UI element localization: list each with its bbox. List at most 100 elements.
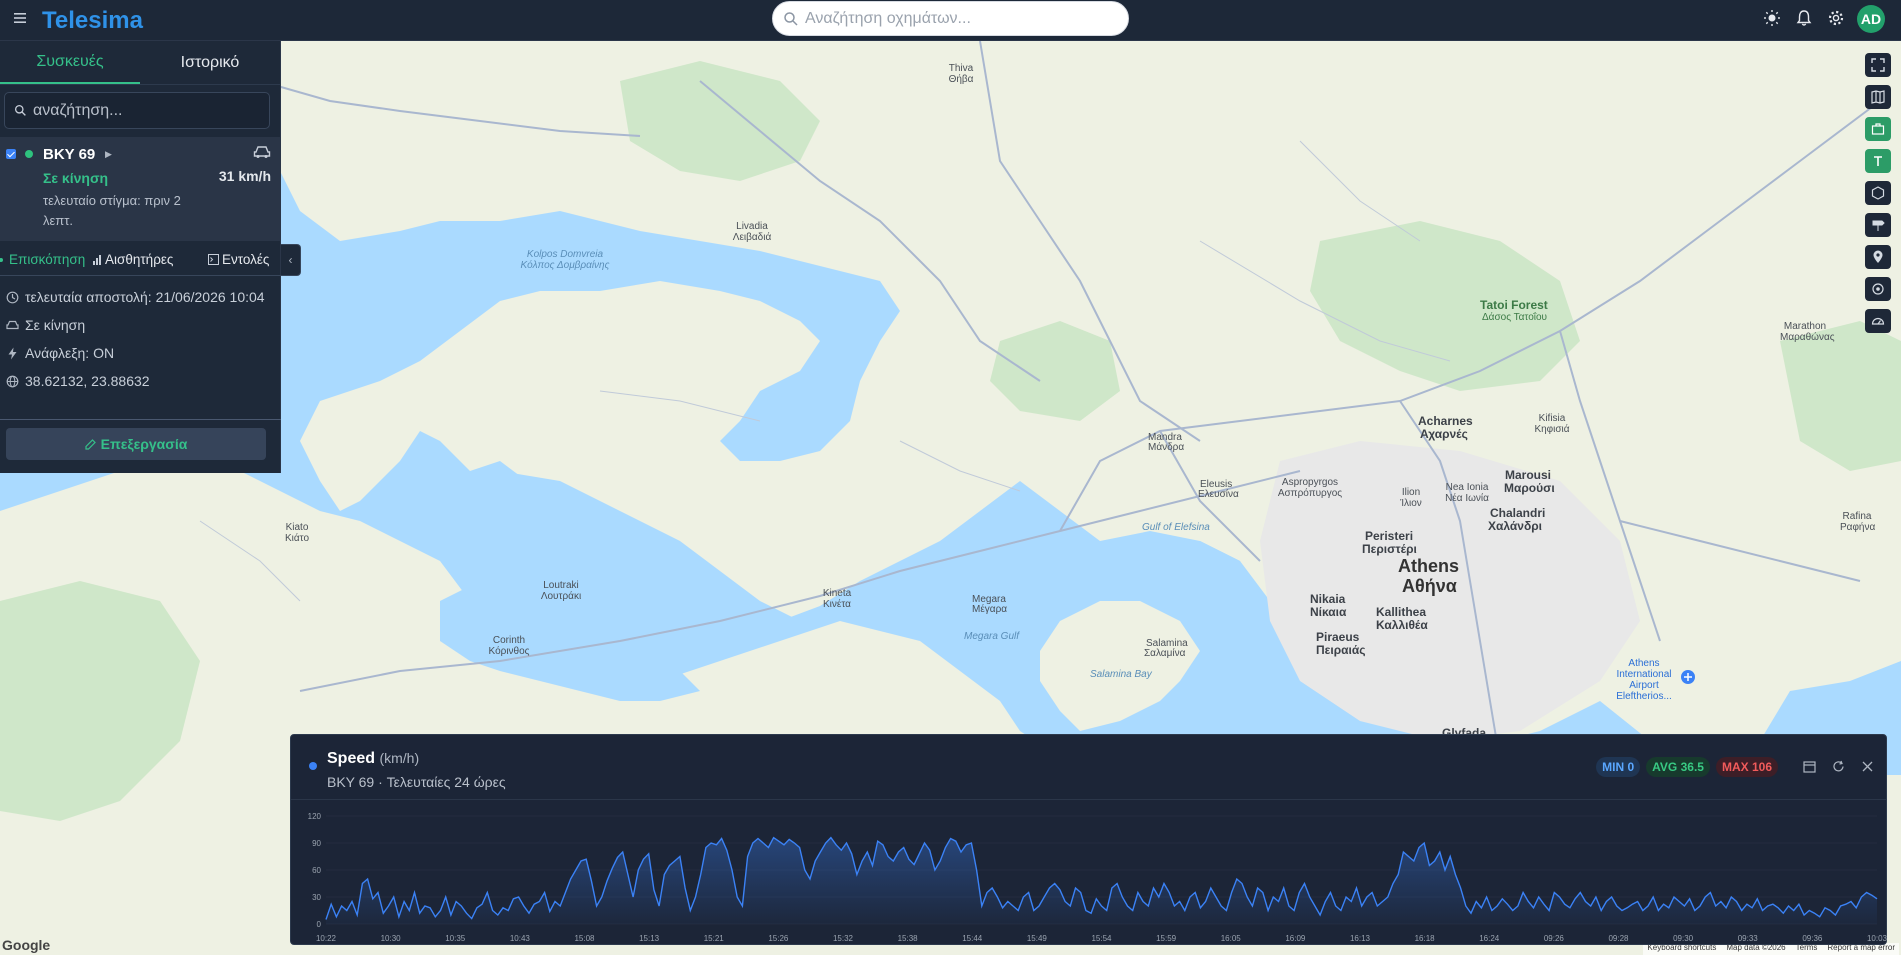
tab-devices[interactable]: Συσκευές (0, 41, 140, 84)
map-label: Περιστέρι (1362, 542, 1417, 556)
device-speed: 31 km/h (218, 168, 271, 184)
map-label: Ilion Ίλιον (1400, 487, 1422, 509)
play-icon[interactable]: ▶ (105, 149, 112, 160)
y-tick-label: 120 (308, 812, 322, 821)
eye-icon (0, 257, 3, 262)
globe-icon (6, 375, 19, 388)
info-motion-text: Σε κίνηση (25, 317, 86, 333)
x-tick-label: 10:35 (445, 934, 466, 943)
collapse-sidebar-button[interactable]: ‹ (281, 244, 301, 276)
map-label: Livadia Λειβαδιά (732, 221, 772, 243)
map-label: Athens International Airport Eleftherios… (1616, 658, 1672, 702)
speedometer-button[interactable] (1865, 309, 1891, 333)
speed-area (326, 837, 1877, 924)
map-icon (1871, 90, 1885, 104)
x-tick-label: 10:43 (510, 934, 531, 943)
x-tick-label: 15:08 (574, 934, 595, 943)
x-tick-label: 15:21 (704, 934, 725, 943)
tab-history[interactable]: Ιστορικό (140, 41, 280, 84)
vehicle-search-input[interactable] (805, 8, 1115, 30)
calendar-icon[interactable] (1803, 760, 1816, 773)
car-icon (6, 320, 19, 330)
labels-button[interactable] (1865, 149, 1891, 173)
geofence-button[interactable] (1865, 181, 1891, 205)
refresh-icon[interactable] (1832, 760, 1845, 773)
map-label: Καλλιθέα (1376, 618, 1428, 632)
device-checkbox[interactable] (6, 149, 16, 159)
x-tick-label: 15:13 (639, 934, 660, 943)
layers-button[interactable] (1865, 117, 1891, 141)
bolt-icon (8, 347, 17, 360)
edit-button-label: Επεξεργασία (100, 436, 188, 452)
map-type-button[interactable] (1865, 85, 1891, 109)
x-tick-label: 16:05 (1221, 934, 1242, 943)
device-item[interactable]: BKY 69 ▶ Σε κίνηση τελευταίο στίγμα: πρι… (0, 137, 281, 241)
tab-sensors[interactable]: Αισθητήρες (92, 252, 196, 267)
bar-chart-icon (93, 254, 101, 265)
sidebar: Συσκευές Ιστορικό BKY 69 ▶ Σε κίνηση τελ… (0, 41, 281, 473)
avg-badge: AVG 36.5 (1646, 757, 1710, 777)
traffic-button[interactable] (1865, 213, 1891, 237)
map-label: Χαλάνδρι (1488, 519, 1542, 533)
map-label: Πειραιάς (1316, 643, 1366, 657)
map-label: Aspropyrgos Ασπρόπυργος (1277, 477, 1343, 499)
map-label: Μέγαρα (972, 604, 1008, 615)
fullscreen-icon (1871, 58, 1885, 72)
speedometer-icon (1871, 317, 1885, 325)
tab-commands[interactable]: Εντολές (208, 252, 269, 267)
terminal-icon (208, 254, 219, 265)
menu-icon[interactable] (12, 10, 28, 26)
x-tick-label: 10:30 (381, 934, 402, 943)
x-tick-label: 16:09 (1285, 934, 1306, 943)
bell-icon[interactable] (1795, 9, 1813, 27)
x-tick-label: 09:36 (1802, 934, 1823, 943)
locate-button[interactable] (1865, 277, 1891, 301)
map-label: Ελευσίνα (1198, 489, 1239, 500)
chart-unit: (km/h) (379, 750, 420, 766)
x-tick-label: 09:26 (1544, 934, 1565, 943)
x-tick-label: 09:28 (1608, 934, 1629, 943)
text-icon (1874, 156, 1882, 166)
y-tick-label: 0 (317, 920, 322, 929)
app-logo[interactable]: Telesima (42, 7, 143, 35)
info-last-sent: τελευταία αποστολή: 21/06/2026 10:04 (6, 287, 276, 308)
map-label: Kiato Κιάτο (284, 522, 310, 544)
divider (0, 419, 281, 420)
x-tick-label: 16:18 (1415, 934, 1436, 943)
info-motion: Σε κίνηση (6, 315, 276, 336)
poi-button[interactable] (1865, 245, 1891, 269)
x-tick-label: 16:13 (1350, 934, 1371, 943)
briefcase-icon (1871, 123, 1885, 135)
map-label: Αχαρνές (1420, 427, 1468, 441)
x-tick-label: 09:30 (1673, 934, 1694, 943)
device-search-input[interactable] (33, 101, 263, 121)
avatar[interactable]: AD (1857, 5, 1885, 33)
info-last-sent-text: τελευταία αποστολή: 21/06/2026 10:04 (25, 289, 265, 305)
map-controls (1865, 53, 1891, 333)
search-icon (14, 104, 26, 116)
info-coords-text: 38.62132, 23.88632 (25, 373, 150, 389)
gear-icon[interactable] (1827, 9, 1845, 27)
x-tick-label: 15:44 (962, 934, 983, 943)
edit-button[interactable]: Επεξεργασία (6, 428, 266, 460)
sun-icon[interactable] (1763, 9, 1781, 27)
fullscreen-button[interactable] (1865, 53, 1891, 77)
x-tick-label: 16:24 (1479, 934, 1500, 943)
device-search[interactable] (4, 92, 270, 129)
map-label: Athens (1398, 556, 1460, 576)
chart-title: Speed (km/h) (327, 750, 419, 768)
map-label: Tatoi Forest (1480, 298, 1548, 312)
map-pin-icon (1873, 250, 1883, 263)
map-label: Marathon Μαραθώνας (1780, 321, 1835, 343)
speed-chart[interactable]: 0 30 60 90 120 10:22 10:30 10:35 10:43 15:08 15:13… (291, 801, 1888, 946)
x-tick-label: 15:49 (1027, 934, 1048, 943)
tab-overview[interactable]: Επισκόπηση (0, 252, 92, 267)
map-label: Nea Ionia Νέα Ιωνία (1445, 482, 1489, 504)
chart-title-text: Speed (327, 750, 376, 767)
signpost-icon (1872, 220, 1885, 231)
close-icon[interactable] (1861, 760, 1874, 773)
x-tick-label: 15:38 (898, 934, 919, 943)
x-tick-label: 09:33 (1738, 934, 1759, 943)
vehicle-search[interactable] (772, 1, 1129, 36)
x-tick-label: 10:03 (1867, 934, 1888, 943)
